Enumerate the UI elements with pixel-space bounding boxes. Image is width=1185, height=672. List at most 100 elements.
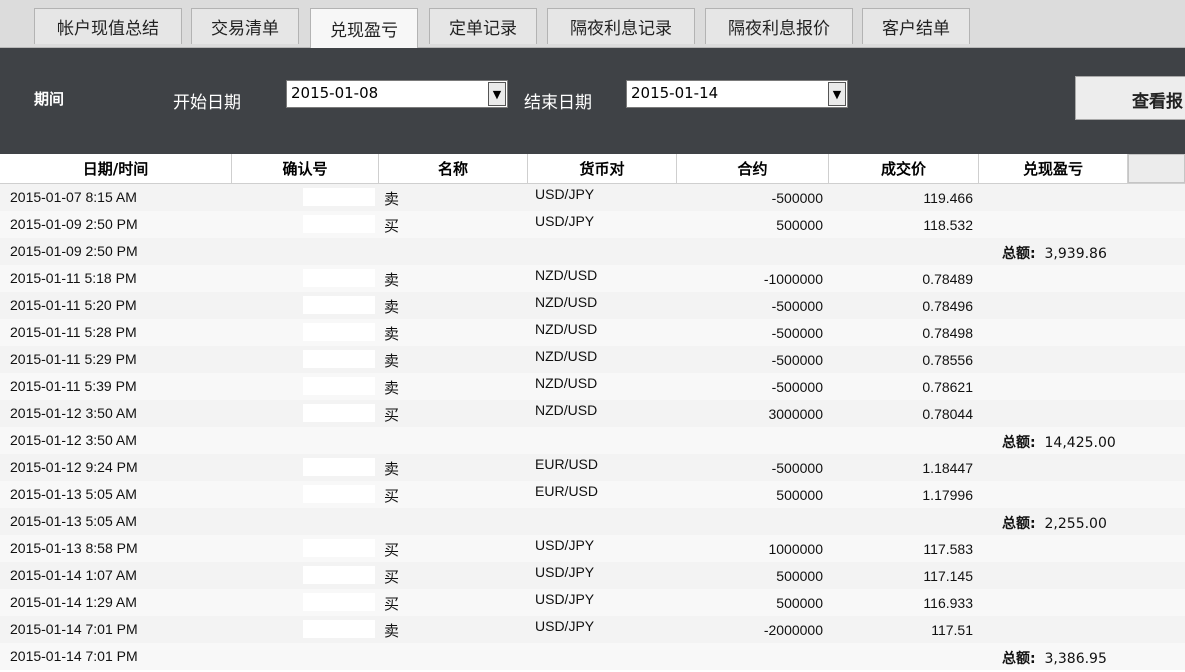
datetime-cell: 2015-01-12 3:50 AM: [10, 432, 137, 448]
currency-pair-cell: NZD/USD: [535, 267, 598, 283]
currency-pair-cell: NZD/USD: [535, 348, 598, 364]
table-row-total[interactable]: 2015-01-14 7:01 PM 总额: 3,386.95: [0, 643, 1185, 670]
price-cell: 0.78556: [922, 352, 973, 368]
contract-cell: -500000: [771, 298, 823, 314]
datetime-cell: 2015-01-14 1:07 AM: [10, 567, 137, 583]
chevron-down-icon[interactable]: ▼: [828, 82, 846, 106]
start-date-label: 开始日期: [173, 93, 241, 113]
datetime-cell: 2015-01-07 8:15 AM: [10, 189, 137, 205]
datetime-cell: 2015-01-12 3:50 AM: [10, 405, 137, 421]
start-date-dropdown[interactable]: 2015-01-08 ▼: [286, 80, 508, 108]
table-row[interactable]: 2015-01-12 3:50 AM 买 NZD/USD 3000000 0.78044: [0, 400, 1185, 427]
table-row[interactable]: 2015-01-11 5:29 PM 卖 NZD/USD -500000 0.78556: [0, 346, 1185, 373]
tab-rollover-quotes[interactable]: 隔夜利息报价: [705, 8, 853, 44]
table-row[interactable]: 2015-01-14 1:29 AM 买 USD/JPY 500000 116.933: [0, 589, 1185, 616]
price-cell: 0.78498: [922, 325, 973, 341]
column-header-realized-pnl[interactable]: 兑现盈亏: [979, 154, 1128, 183]
column-header-confirmation[interactable]: 确认号: [232, 154, 379, 183]
tab-realized-pnl[interactable]: 兑现盈亏: [310, 8, 418, 48]
side-cell: 买: [384, 541, 400, 559]
currency-pair-cell: USD/JPY: [535, 618, 595, 634]
table-row[interactable]: 2015-01-14 7:01 PM 卖 USD/JPY -2000000 117.51: [0, 616, 1185, 643]
side-cell: 买: [384, 595, 400, 613]
total-label: 总额:: [1002, 516, 1036, 532]
datetime-cell: 2015-01-14 7:01 PM: [10, 621, 138, 637]
contract-cell: 500000: [776, 487, 823, 503]
contract-cell: 1000000: [768, 541, 823, 557]
column-header-pair[interactable]: 货币对: [528, 154, 677, 183]
table-row[interactable]: 2015-01-12 9:24 PM 卖 EUR/USD -500000 1.18447: [0, 454, 1185, 481]
tab-order-history[interactable]: 定单记录: [429, 8, 537, 44]
table-row[interactable]: 2015-01-11 5:18 PM 卖 NZD/USD -1000000 0.7848…: [0, 265, 1185, 292]
report-tab-bar: 帐户现值总结 交易清单 兑现盈亏 定单记录 隔夜利息记录 隔夜利息报价 客户结单: [0, 0, 1185, 48]
table-row[interactable]: 2015-01-11 5:39 PM 卖 NZD/USD -500000 0.78621: [0, 373, 1185, 400]
confirmation-number-redacted: [303, 296, 375, 314]
tab-trade-list[interactable]: 交易清单: [191, 8, 299, 44]
column-header-name[interactable]: 名称: [379, 154, 528, 183]
side-cell: 买: [384, 487, 400, 505]
view-report-button[interactable]: 查看报: [1075, 76, 1185, 120]
table-row[interactable]: 2015-01-11 5:20 PM 卖 NZD/USD -500000 0.78496: [0, 292, 1185, 319]
side-cell: 买: [384, 406, 400, 424]
confirmation-number-redacted: [303, 620, 375, 638]
side-cell: 卖: [384, 352, 400, 370]
datetime-cell: 2015-01-11 5:39 PM: [10, 378, 137, 394]
table-row[interactable]: 2015-01-13 8:58 PM 买 USD/JPY 1000000 117.583: [0, 535, 1185, 562]
currency-pair-cell: USD/JPY: [535, 537, 595, 553]
table-row-total[interactable]: 2015-01-13 5:05 AM 总额: 2,255.00: [0, 508, 1185, 535]
table-row[interactable]: 2015-01-09 2:50 PM 买 USD/JPY 500000 118.532: [0, 211, 1185, 238]
price-cell: 0.78621: [922, 379, 973, 395]
end-date-dropdown[interactable]: 2015-01-14 ▼: [626, 80, 848, 108]
contract-cell: 500000: [776, 595, 823, 611]
table-row-total[interactable]: 2015-01-12 3:50 AM 总额: 14,425.00: [0, 427, 1185, 454]
confirmation-number-redacted: [303, 215, 375, 233]
datetime-cell: 2015-01-11 5:29 PM: [10, 351, 137, 367]
datetime-cell: 2015-01-14 1:29 AM: [10, 594, 137, 610]
column-header-filler: [1128, 154, 1185, 183]
confirmation-number-redacted: [303, 458, 375, 476]
confirmation-number-redacted: [303, 350, 375, 368]
datetime-cell: 2015-01-13 8:58 PM: [10, 540, 138, 556]
price-cell: 0.78496: [922, 298, 973, 314]
currency-pair-cell: USD/JPY: [535, 564, 595, 580]
currency-pair-cell: USD/JPY: [535, 186, 595, 202]
confirmation-number-redacted: [303, 566, 375, 584]
table-row[interactable]: 2015-01-14 1:07 AM 买 USD/JPY 500000 117.145: [0, 562, 1185, 589]
total-value: 3,386.95: [1044, 651, 1107, 667]
datetime-cell: 2015-01-13 5:05 AM: [10, 513, 137, 529]
currency-pair-cell: USD/JPY: [535, 213, 595, 229]
currency-pair-cell: NZD/USD: [535, 375, 598, 391]
confirmation-number-redacted: [303, 377, 375, 395]
contract-cell: -500000: [771, 325, 823, 341]
confirmation-number-redacted: [303, 404, 375, 422]
start-date-value: 2015-01-08: [291, 84, 379, 102]
currency-pair-cell: USD/JPY: [535, 591, 595, 607]
table-row[interactable]: 2015-01-07 8:15 AM 卖 USD/JPY -500000 119.466: [0, 184, 1185, 211]
datetime-cell: 2015-01-11 5:28 PM: [10, 324, 137, 340]
column-header-datetime[interactable]: 日期/时间: [0, 154, 232, 183]
column-header-price[interactable]: 成交价: [829, 154, 979, 183]
table-row[interactable]: 2015-01-11 5:28 PM 卖 NZD/USD -500000 0.78498: [0, 319, 1185, 346]
datetime-cell: 2015-01-09 2:50 PM: [10, 216, 138, 232]
column-header-contract[interactable]: 合约: [677, 154, 829, 183]
total-label: 总额:: [1002, 435, 1036, 451]
datetime-cell: 2015-01-11 5:20 PM: [10, 297, 137, 313]
price-cell: 116.933: [923, 595, 973, 611]
contract-cell: -2000000: [763, 622, 823, 638]
confirmation-number-redacted: [303, 269, 375, 287]
realized-pnl-total: 总额: 14,425.00: [1002, 432, 1116, 452]
currency-pair-cell: EUR/USD: [535, 483, 599, 499]
total-value: 3,939.86: [1044, 246, 1107, 262]
tab-client-statement[interactable]: 客户结单: [862, 8, 970, 44]
table-row[interactable]: 2015-01-13 5:05 AM 买 EUR/USD 500000 1.17996: [0, 481, 1185, 508]
price-cell: 0.78044: [922, 406, 973, 422]
tab-account-summary[interactable]: 帐户现值总结: [34, 8, 182, 44]
chevron-down-icon[interactable]: ▼: [488, 82, 506, 106]
price-cell: 118.532: [923, 217, 973, 233]
currency-pair-cell: NZD/USD: [535, 402, 598, 418]
side-cell: 卖: [384, 379, 400, 397]
tab-rollover-history[interactable]: 隔夜利息记录: [547, 8, 695, 44]
currency-pair-cell: EUR/USD: [535, 456, 599, 472]
table-row-total[interactable]: 2015-01-09 2:50 PM 总额: 3,939.86: [0, 238, 1185, 265]
confirmation-number-redacted: [303, 593, 375, 611]
